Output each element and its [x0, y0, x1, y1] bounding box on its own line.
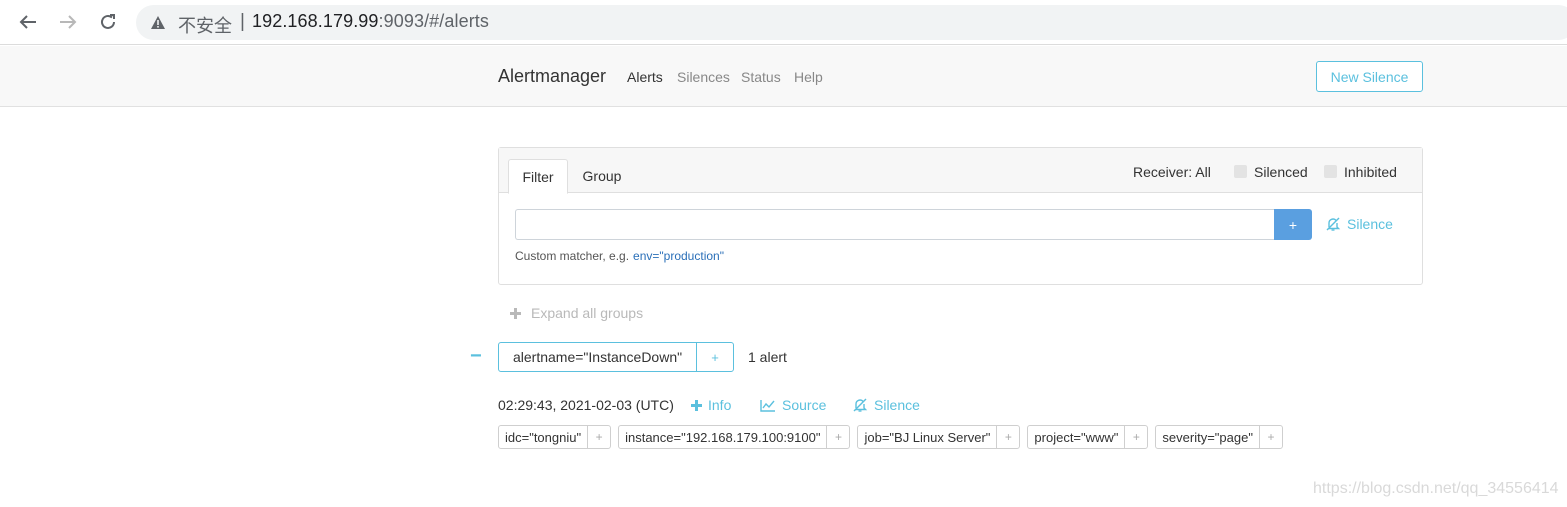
url-path: :9093/#/alerts — [378, 11, 490, 31]
new-silence-button[interactable]: New Silence — [1316, 61, 1423, 92]
label-add-button[interactable]: + — [827, 426, 849, 448]
label-tag-text[interactable]: job="BJ Linux Server" — [858, 426, 998, 448]
tab-filter[interactable]: Filter — [508, 159, 568, 194]
expand-all-groups[interactable]: Expand all groups — [510, 305, 643, 321]
label-tag-text[interactable]: instance="192.168.179.100:9100" — [619, 426, 828, 448]
address-bar[interactable]: 不安全 | 192.168.179.99:9093/#/alerts — [136, 5, 1567, 40]
silence-filter-label: Silence — [1347, 216, 1393, 232]
watermark-text: https://blog.csdn.net/qq_34556414 — [1313, 480, 1559, 497]
group-label[interactable]: alertname="InstanceDown" — [499, 343, 698, 371]
app-navbar: Alertmanager Alerts Silences Status Help… — [0, 46, 1567, 107]
alert-source-button[interactable]: Source — [760, 397, 826, 413]
silence-filter-link[interactable]: Silence — [1325, 216, 1393, 232]
insecure-label: 不安全 — [178, 16, 232, 37]
filter-input[interactable] — [515, 209, 1275, 240]
matcher-hint-text: Custom matcher, e.g. — [515, 249, 630, 263]
alert-timestamp: 02:29:43, 2021-02-03 (UTC) — [498, 397, 674, 413]
silenced-label: Silenced — [1254, 164, 1308, 180]
label-tag-text[interactable]: idc="tongniu" — [499, 426, 589, 448]
matcher-hint-example: env="production" — [633, 249, 724, 263]
nav-alerts[interactable]: Alerts — [627, 69, 663, 85]
add-matcher-button[interactable]: + — [1274, 209, 1312, 240]
inhibited-checkbox[interactable] — [1324, 165, 1337, 178]
alert-labels: idc="tongniu" + instance="192.168.179.10… — [498, 425, 1283, 449]
group-label-button: alertname="InstanceDown" + — [498, 342, 735, 372]
collapse-group-icon[interactable]: − — [470, 346, 482, 366]
label-tag-project: project="www" + — [1027, 425, 1149, 449]
alert-source-label: Source — [782, 397, 827, 413]
label-tag-idc: idc="tongniu" + — [498, 425, 612, 449]
nav-status[interactable]: Status — [741, 69, 781, 85]
back-icon[interactable] — [16, 10, 40, 34]
nav-silences[interactable]: Silences — [677, 69, 730, 85]
label-add-button[interactable]: + — [1125, 426, 1147, 448]
label-tag-text[interactable]: project="www" — [1028, 426, 1126, 448]
alert-info-label: Info — [708, 397, 732, 413]
alert-count: 1 alert — [748, 349, 787, 365]
chart-line-icon — [760, 399, 775, 412]
bell-slash-icon — [1326, 217, 1341, 231]
bell-slash-icon — [853, 398, 868, 412]
plus-icon — [510, 307, 521, 319]
warning-icon — [151, 16, 165, 29]
url-text: 192.168.179.99:9093/#/alerts — [252, 11, 489, 32]
alert-info-button[interactable]: Info — [691, 397, 731, 413]
alert-silence-label: Silence — [874, 397, 920, 413]
reload-icon[interactable] — [96, 10, 120, 34]
browser-toolbar: 不安全 | 192.168.179.99:9093/#/alerts — [0, 0, 1567, 45]
forward-icon[interactable] — [56, 10, 80, 34]
label-tag-text[interactable]: severity="page" — [1156, 426, 1260, 448]
label-tag-instance: instance="192.168.179.100:9100" + — [618, 425, 851, 449]
inhibited-label: Inhibited — [1344, 164, 1397, 180]
brand-title[interactable]: Alertmanager — [498, 66, 606, 87]
filter-card-header: Filter Group Receiver: All Silenced Inhi… — [499, 148, 1422, 194]
label-add-button[interactable]: + — [1260, 426, 1282, 448]
label-tag-severity: severity="page" + — [1155, 425, 1283, 449]
filter-card: Filter Group Receiver: All Silenced Inhi… — [498, 147, 1423, 285]
label-add-button[interactable]: + — [588, 426, 610, 448]
group-add-button[interactable]: + — [697, 343, 733, 371]
silenced-checkbox[interactable] — [1234, 165, 1247, 178]
receiver-dropdown[interactable]: Receiver: All — [1133, 164, 1211, 180]
nav-help[interactable]: Help — [794, 69, 823, 85]
expand-all-label: Expand all groups — [531, 305, 644, 321]
label-tag-job: job="BJ Linux Server" + — [857, 425, 1021, 449]
label-add-button[interactable]: + — [997, 426, 1019, 448]
url-host: 192.168.179.99 — [252, 11, 379, 31]
matcher-hint: Custom matcher, e.g. env="production" — [515, 249, 724, 263]
plus-icon — [691, 399, 702, 411]
tab-group[interactable]: Group — [573, 159, 631, 193]
url-separator: | — [240, 11, 245, 32]
alert-silence-button[interactable]: Silence — [852, 397, 920, 413]
